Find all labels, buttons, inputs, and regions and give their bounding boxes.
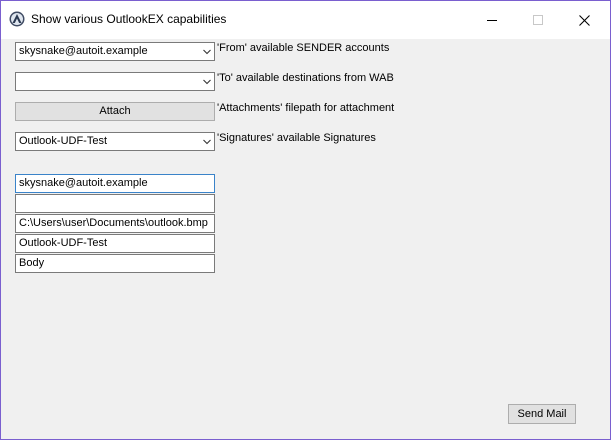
attach-button[interactable]: Attach xyxy=(15,102,215,121)
close-icon xyxy=(578,14,590,26)
window-title: Show various OutlookEX capabilities xyxy=(31,12,227,26)
title-bar[interactable]: Show various OutlookEX capabilities xyxy=(1,1,610,39)
signature-select[interactable]: Outlook-UDF-Test xyxy=(15,132,215,151)
from-field[interactable]: skysnake@autoit.example xyxy=(15,174,215,193)
from-label: 'From' available SENDER accounts xyxy=(217,42,390,54)
close-button[interactable] xyxy=(561,1,607,39)
body-field[interactable]: Body xyxy=(15,254,215,273)
maximize-icon xyxy=(533,15,543,25)
minimize-button[interactable] xyxy=(469,1,515,39)
signatures-label: 'Signatures' available Signatures xyxy=(217,132,376,144)
signature-field[interactable]: Outlook-UDF-Test xyxy=(15,234,215,253)
signature-value: Outlook-UDF-Test xyxy=(19,135,108,147)
chevron-down-icon xyxy=(203,49,211,55)
to-label: 'To' available destinations from WAB xyxy=(217,72,394,84)
to-destination-select[interactable] xyxy=(15,72,215,91)
client-area: skysnake@autoit.example 'From' available… xyxy=(1,39,610,439)
to-field[interactable] xyxy=(15,194,215,213)
autoit-icon xyxy=(9,11,25,27)
maximize-button[interactable] xyxy=(515,1,561,39)
from-account-select[interactable]: skysnake@autoit.example xyxy=(15,42,215,61)
app-window: Show various OutlookEX capabilities skys… xyxy=(0,0,611,440)
chevron-down-icon xyxy=(203,139,211,145)
chevron-down-icon xyxy=(203,79,211,85)
from-account-value: skysnake@autoit.example xyxy=(19,45,148,57)
minimize-icon xyxy=(487,20,497,21)
attachments-label: 'Attachments' filepath for attachment xyxy=(217,102,395,114)
send-mail-button[interactable]: Send Mail xyxy=(508,404,576,424)
attachment-path-field[interactable]: C:\Users\user\Documents\outlook.bmp xyxy=(15,214,215,233)
